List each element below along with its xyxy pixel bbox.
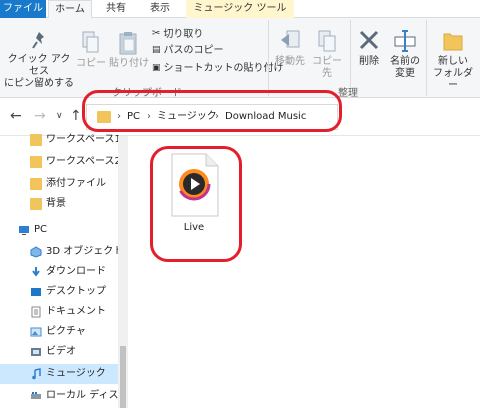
up-arrow-icon[interactable]: ↑ — [70, 108, 82, 124]
nav-item-label: 3D オブジェクト — [46, 246, 120, 257]
tab-home[interactable]: ホーム — [48, 0, 92, 19]
ribbon-divider — [426, 20, 427, 96]
pin-quick-access-button[interactable]: クイック アクセス にピン留めする — [4, 30, 74, 90]
delete-button[interactable]: 削除 — [354, 28, 384, 68]
ribbon-tabs: ファイル ホーム 共有 表示 ミュージック ツール — [0, 0, 480, 19]
move-to-icon — [281, 30, 300, 48]
copy-icon — [82, 31, 99, 53]
scissors-icon: ✂ — [152, 28, 161, 39]
back-arrow-icon[interactable]: ← — [10, 108, 22, 124]
ribbon: クイック アクセス にピン留めする コピー 貼り付け ✂ 切り取り ▤ パスのコピー… — [0, 18, 480, 99]
tab-file[interactable]: ファイル — [0, 0, 46, 18]
paste-icon — [119, 32, 137, 55]
cut-label: 切り取り — [163, 29, 204, 40]
nav-item-3d-objects[interactable]: 3D オブジェクト — [0, 242, 120, 262]
copy-path-icon: ▤ — [152, 45, 161, 55]
copy-to-icon — [318, 30, 336, 52]
disk-icon — [31, 392, 41, 399]
folder-icon — [30, 178, 42, 190]
nav-item-label: デスクトップ — [46, 286, 106, 297]
recent-locations-chevron-icon[interactable]: ∨ — [56, 111, 63, 121]
nav-item-label: ダウンロード — [46, 266, 106, 277]
group-organize-label: 整理 — [338, 88, 358, 99]
nav-item-label: ドキュメント — [46, 306, 106, 317]
nav-item-label: 添付ファイル — [46, 178, 106, 189]
folder-icon — [30, 198, 42, 210]
desktop-icon — [31, 288, 41, 296]
paste-label: 貼り付け — [109, 58, 149, 69]
navigation-pane: ワークスペース1 ワークスペース2 添付ファイル 背景 PC 3D オブジェクト… — [0, 134, 128, 408]
cut-button[interactable]: ✂ 切り取り — [152, 26, 203, 42]
highlight-address-bar — [82, 90, 342, 132]
copy-to-button[interactable]: コピー先 — [308, 28, 346, 80]
copy-path-button[interactable]: ▤ パスのコピー — [152, 42, 224, 58]
nav-item-label: ローカル ディスク (C — [46, 390, 120, 401]
paste-shortcut-button[interactable]: ▣ ショートカットの貼り付け — [152, 60, 284, 76]
nav-item-local-disk[interactable]: ローカル ディスク (C — [0, 386, 120, 406]
nav-item-workspace2[interactable]: ワークスペース2 — [0, 152, 120, 172]
pc-icon — [19, 226, 29, 235]
nav-item-label: ビデオ — [46, 346, 76, 357]
copy-to-label: コピー先 — [312, 56, 342, 79]
folder-icon — [30, 156, 42, 168]
highlight-file — [150, 146, 242, 262]
delete-x-icon — [359, 30, 379, 50]
tab-music-tools[interactable]: ミュージック ツール — [186, 0, 294, 18]
nav-item-label: 背景 — [46, 198, 66, 209]
copy-path-label: パスのコピー — [163, 45, 224, 56]
copy-button[interactable]: コピー — [76, 30, 106, 70]
nav-item-label: ミュージック — [46, 368, 106, 379]
pictures-icon — [30, 327, 42, 337]
copy-label: コピー — [76, 58, 106, 69]
paste-shortcut-icon: ▣ — [152, 63, 161, 73]
nav-item-documents[interactable]: ドキュメント — [0, 302, 120, 322]
nav-pane-scroll-thumb[interactable] — [120, 346, 126, 408]
new-folder-button[interactable]: 新しい フォルダー — [430, 28, 476, 92]
nav-item-label: ピクチャ — [46, 326, 86, 337]
nav-item-pictures[interactable]: ピクチャ — [0, 322, 120, 342]
ribbon-divider — [268, 20, 269, 96]
nav-item-workspace1[interactable]: ワークスペース1 — [0, 130, 120, 150]
nav-item-pc[interactable]: PC — [0, 220, 120, 240]
nav-item-background[interactable]: 背景 — [0, 194, 120, 214]
rename-icon — [394, 30, 416, 52]
move-to-label: 移動先 — [275, 56, 305, 67]
tab-share[interactable]: 共有 — [98, 0, 134, 18]
document-icon — [31, 306, 41, 318]
forward-arrow-icon[interactable]: → — [34, 108, 46, 124]
rename-label: 名前の 変更 — [390, 56, 420, 79]
nav-item-music[interactable]: ミュージック — [0, 364, 120, 384]
new-folder-icon — [443, 33, 463, 51]
video-icon — [31, 348, 41, 356]
pin-label: クイック アクセス にピン留めする — [4, 54, 74, 89]
paste-button[interactable]: 貼り付け — [108, 30, 150, 70]
nav-item-label: ワークスペース2 — [46, 156, 120, 167]
paste-shortcut-label: ショートカットの貼り付け — [163, 63, 284, 74]
download-icon — [32, 267, 40, 277]
3d-objects-icon — [30, 246, 42, 258]
nav-item-label: PC — [34, 224, 48, 235]
nav-item-downloads[interactable]: ダウンロード — [0, 262, 120, 282]
move-to-button[interactable]: 移動先 — [272, 28, 308, 68]
rename-button[interactable]: 名前の 変更 — [388, 28, 422, 80]
music-note-icon — [32, 368, 41, 380]
nav-item-videos[interactable]: ビデオ — [0, 342, 120, 362]
folder-icon — [30, 134, 42, 146]
new-folder-label: 新しい フォルダー — [433, 56, 473, 91]
nav-item-attachments[interactable]: 添付ファイル — [0, 174, 120, 194]
nav-item-desktop[interactable]: デスクトップ — [0, 282, 120, 302]
pin-icon — [32, 32, 44, 49]
nav-item-label: ワークスペース1 — [46, 134, 120, 145]
tab-view[interactable]: 表示 — [140, 0, 180, 18]
delete-label: 削除 — [359, 56, 379, 67]
